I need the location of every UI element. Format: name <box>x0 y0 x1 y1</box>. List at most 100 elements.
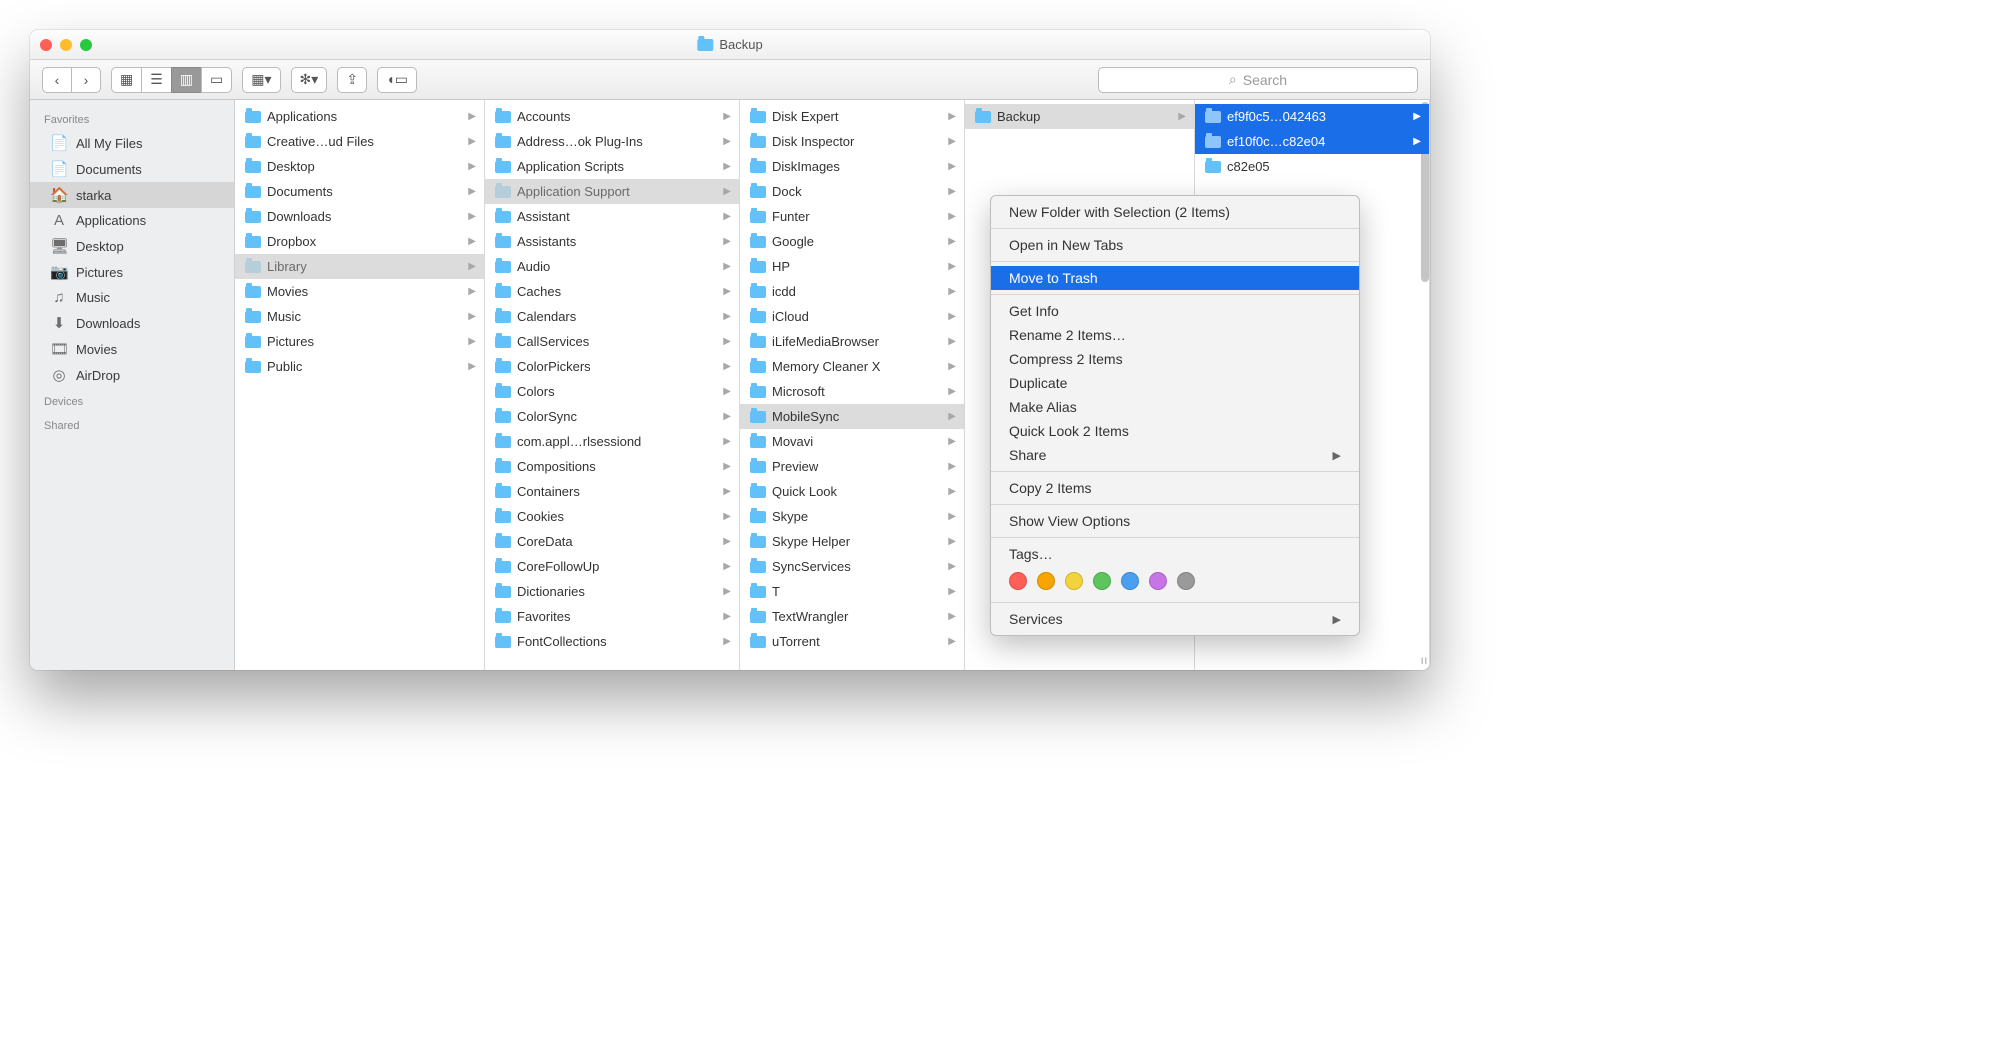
file-row[interactable]: Assistants▶ <box>485 229 739 254</box>
file-row[interactable]: ef10f0c…c82e04▶ <box>1195 129 1429 154</box>
file-row[interactable]: Skype▶ <box>740 504 964 529</box>
file-row[interactable]: ColorSync▶ <box>485 404 739 429</box>
sidebar-item[interactable]: 🎞Movies <box>30 336 234 362</box>
gallery-view-button[interactable]: ▭ <box>201 67 232 93</box>
sidebar-item[interactable]: AApplications <box>30 208 234 233</box>
sidebar-item[interactable]: 📷Pictures <box>30 259 234 285</box>
tag-dot[interactable] <box>1177 572 1195 590</box>
forward-button[interactable]: › <box>71 67 101 93</box>
file-row[interactable]: Google▶ <box>740 229 964 254</box>
file-row[interactable]: Disk Inspector▶ <box>740 129 964 154</box>
menu-item[interactable]: Compress 2 Items <box>991 347 1359 371</box>
file-row[interactable]: ef9f0c5…042463▶ <box>1195 104 1429 129</box>
file-row[interactable]: Cookies▶ <box>485 504 739 529</box>
sidebar-item[interactable]: ♫Music <box>30 285 234 310</box>
file-row[interactable]: Compositions▶ <box>485 454 739 479</box>
file-row[interactable]: Movies▶ <box>235 279 484 304</box>
file-row[interactable]: Applications▶ <box>235 104 484 129</box>
menu-item[interactable]: Quick Look 2 Items <box>991 419 1359 443</box>
close-button[interactable] <box>40 39 52 51</box>
file-row[interactable]: FontCollections▶ <box>485 629 739 654</box>
menu-item[interactable]: Services▶ <box>991 607 1359 631</box>
file-row[interactable]: Public▶ <box>235 354 484 379</box>
menu-item[interactable]: Copy 2 Items <box>991 476 1359 500</box>
file-row[interactable]: Dock▶ <box>740 179 964 204</box>
arrange-button[interactable]: ▦▾ <box>242 67 280 93</box>
file-row[interactable]: T▶ <box>740 579 964 604</box>
menu-item[interactable]: Show View Options <box>991 509 1359 533</box>
menu-item[interactable]: Move to Trash <box>991 266 1359 290</box>
menu-item[interactable]: Tags… <box>991 542 1359 566</box>
file-row[interactable]: Memory Cleaner X▶ <box>740 354 964 379</box>
file-row[interactable]: CoreFollowUp▶ <box>485 554 739 579</box>
column-view-button[interactable]: ▥ <box>171 67 202 93</box>
file-row[interactable]: Calendars▶ <box>485 304 739 329</box>
file-row[interactable]: DiskImages▶ <box>740 154 964 179</box>
menu-item[interactable]: Get Info <box>991 299 1359 323</box>
file-row[interactable]: Address…ok Plug-Ins▶ <box>485 129 739 154</box>
file-row[interactable]: Quick Look▶ <box>740 479 964 504</box>
file-row[interactable]: ColorPickers▶ <box>485 354 739 379</box>
file-row[interactable]: Accounts▶ <box>485 104 739 129</box>
file-row[interactable]: HP▶ <box>740 254 964 279</box>
file-row[interactable]: Preview▶ <box>740 454 964 479</box>
file-row[interactable]: Desktop▶ <box>235 154 484 179</box>
tag-dot[interactable] <box>1009 572 1027 590</box>
file-row[interactable]: Pictures▶ <box>235 329 484 354</box>
file-row[interactable]: Creative…ud Files▶ <box>235 129 484 154</box>
file-row[interactable]: Dropbox▶ <box>235 229 484 254</box>
tag-dot[interactable] <box>1149 572 1167 590</box>
menu-item[interactable]: Make Alias <box>991 395 1359 419</box>
file-row[interactable]: Assistant▶ <box>485 204 739 229</box>
file-row[interactable]: c82e05 <box>1195 154 1429 179</box>
file-row[interactable]: Favorites▶ <box>485 604 739 629</box>
tag-dot[interactable] <box>1121 572 1139 590</box>
file-row[interactable]: TextWrangler▶ <box>740 604 964 629</box>
menu-item[interactable]: Rename 2 Items… <box>991 323 1359 347</box>
file-row[interactable]: Colors▶ <box>485 379 739 404</box>
file-row[interactable]: Dictionaries▶ <box>485 579 739 604</box>
file-row[interactable]: CoreData▶ <box>485 529 739 554</box>
file-row[interactable]: CallServices▶ <box>485 329 739 354</box>
file-row[interactable]: Movavi▶ <box>740 429 964 454</box>
tag-dot[interactable] <box>1093 572 1111 590</box>
file-row[interactable]: iCloud▶ <box>740 304 964 329</box>
file-row[interactable]: icdd▶ <box>740 279 964 304</box>
menu-item[interactable]: Duplicate <box>991 371 1359 395</box>
back-button[interactable]: ‹ <box>42 67 72 93</box>
sidebar-item[interactable]: 📄All My Files <box>30 130 234 156</box>
menu-item[interactable]: New Folder with Selection (2 Items) <box>991 200 1359 224</box>
file-row[interactable]: Application Scripts▶ <box>485 154 739 179</box>
file-row[interactable]: Backup▶ <box>965 104 1194 129</box>
file-row[interactable]: Application Support▶ <box>485 179 739 204</box>
file-row[interactable]: Containers▶ <box>485 479 739 504</box>
file-row[interactable]: SyncServices▶ <box>740 554 964 579</box>
search-field[interactable]: ⌕ Search <box>1098 67 1418 93</box>
file-row[interactable]: Microsoft▶ <box>740 379 964 404</box>
sidebar-item[interactable]: 🖥Desktop <box>30 233 234 259</box>
file-row[interactable]: Music▶ <box>235 304 484 329</box>
file-row[interactable]: Library▶ <box>235 254 484 279</box>
tag-dot[interactable] <box>1065 572 1083 590</box>
sidebar-item[interactable]: 📄Documents <box>30 156 234 182</box>
minimize-button[interactable] <box>60 39 72 51</box>
menu-item[interactable]: Share▶ <box>991 443 1359 467</box>
menu-item[interactable]: Open in New Tabs <box>991 233 1359 257</box>
sidebar-item[interactable]: ⬇Downloads <box>30 310 234 336</box>
file-row[interactable]: Skype Helper▶ <box>740 529 964 554</box>
file-row[interactable]: Funter▶ <box>740 204 964 229</box>
file-row[interactable]: Downloads▶ <box>235 204 484 229</box>
tags-button[interactable]: ◖▭ <box>377 67 417 93</box>
list-view-button[interactable]: ☰ <box>141 67 172 93</box>
tag-dot[interactable] <box>1037 572 1055 590</box>
sidebar-item[interactable]: ◎AirDrop <box>30 362 234 388</box>
share-button[interactable]: ⇪ <box>337 67 367 93</box>
icon-view-button[interactable]: ▦ <box>111 67 142 93</box>
action-button[interactable]: ✻▾ <box>291 67 328 93</box>
file-row[interactable]: Documents▶ <box>235 179 484 204</box>
file-row[interactable]: com.appl…rlsessiond▶ <box>485 429 739 454</box>
file-row[interactable]: Disk Expert▶ <box>740 104 964 129</box>
file-row[interactable]: iLifeMediaBrowser▶ <box>740 329 964 354</box>
file-row[interactable]: Caches▶ <box>485 279 739 304</box>
maximize-button[interactable] <box>80 39 92 51</box>
